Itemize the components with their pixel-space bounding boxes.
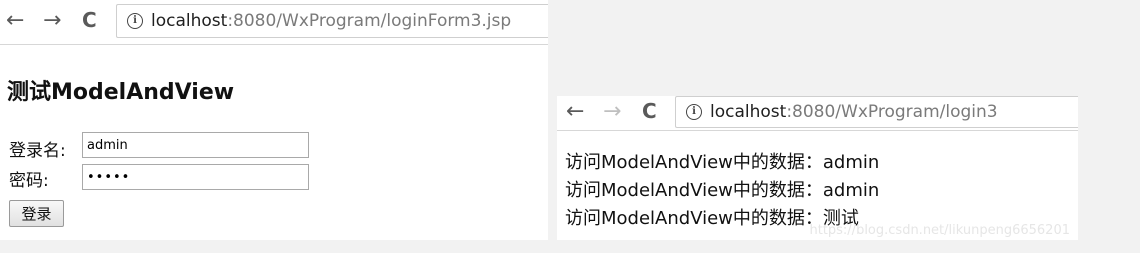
- browser-toolbar: ← → C i localhost:8080/WxProgram/login3: [557, 96, 1078, 131]
- login-button[interactable]: 登录: [9, 200, 64, 227]
- result-line: 访问ModelAndView中的数据：admin: [565, 180, 880, 201]
- info-icon[interactable]: i: [127, 13, 143, 29]
- reload-icon[interactable]: C: [642, 101, 657, 121]
- address-url: localhost:8080/WxProgram/loginForm3.jsp: [151, 11, 511, 31]
- login-form-window: ← → C i localhost:8080/WxProgram/loginFo…: [0, 0, 548, 240]
- browser-toolbar: ← → C i localhost:8080/WxProgram/loginFo…: [0, 0, 548, 45]
- info-icon[interactable]: i: [686, 104, 702, 120]
- reload-icon[interactable]: C: [82, 10, 97, 30]
- url-path: :8080/WxProgram/login3: [786, 102, 998, 122]
- username-input[interactable]: [82, 132, 309, 158]
- url-host: localhost: [710, 102, 787, 122]
- url-path: :8080/WxProgram/loginForm3.jsp: [227, 11, 512, 31]
- address-bar[interactable]: i localhost:8080/WxProgram/loginForm3.js…: [116, 4, 548, 38]
- address-url: localhost:8080/WxProgram/login3: [710, 102, 998, 122]
- result-window: ← → C i localhost:8080/WxProgram/login3 …: [557, 96, 1078, 240]
- forward-arrow-icon: →: [603, 99, 622, 124]
- password-label: 密码:: [9, 171, 49, 191]
- forward-arrow-icon[interactable]: →: [43, 10, 61, 32]
- back-arrow-icon[interactable]: ←: [566, 101, 584, 123]
- address-bar[interactable]: i localhost:8080/WxProgram/login3: [675, 96, 1078, 128]
- watermark: https://blog.csdn.net/likunpeng6656201: [809, 223, 1070, 238]
- back-arrow-icon[interactable]: ←: [6, 10, 24, 32]
- url-host: localhost: [151, 11, 228, 31]
- username-label: 登录名:: [9, 141, 66, 161]
- page-title: 测试ModelAndView: [7, 80, 235, 105]
- password-input[interactable]: [82, 164, 309, 190]
- result-line: 访问ModelAndView中的数据：admin: [565, 152, 880, 173]
